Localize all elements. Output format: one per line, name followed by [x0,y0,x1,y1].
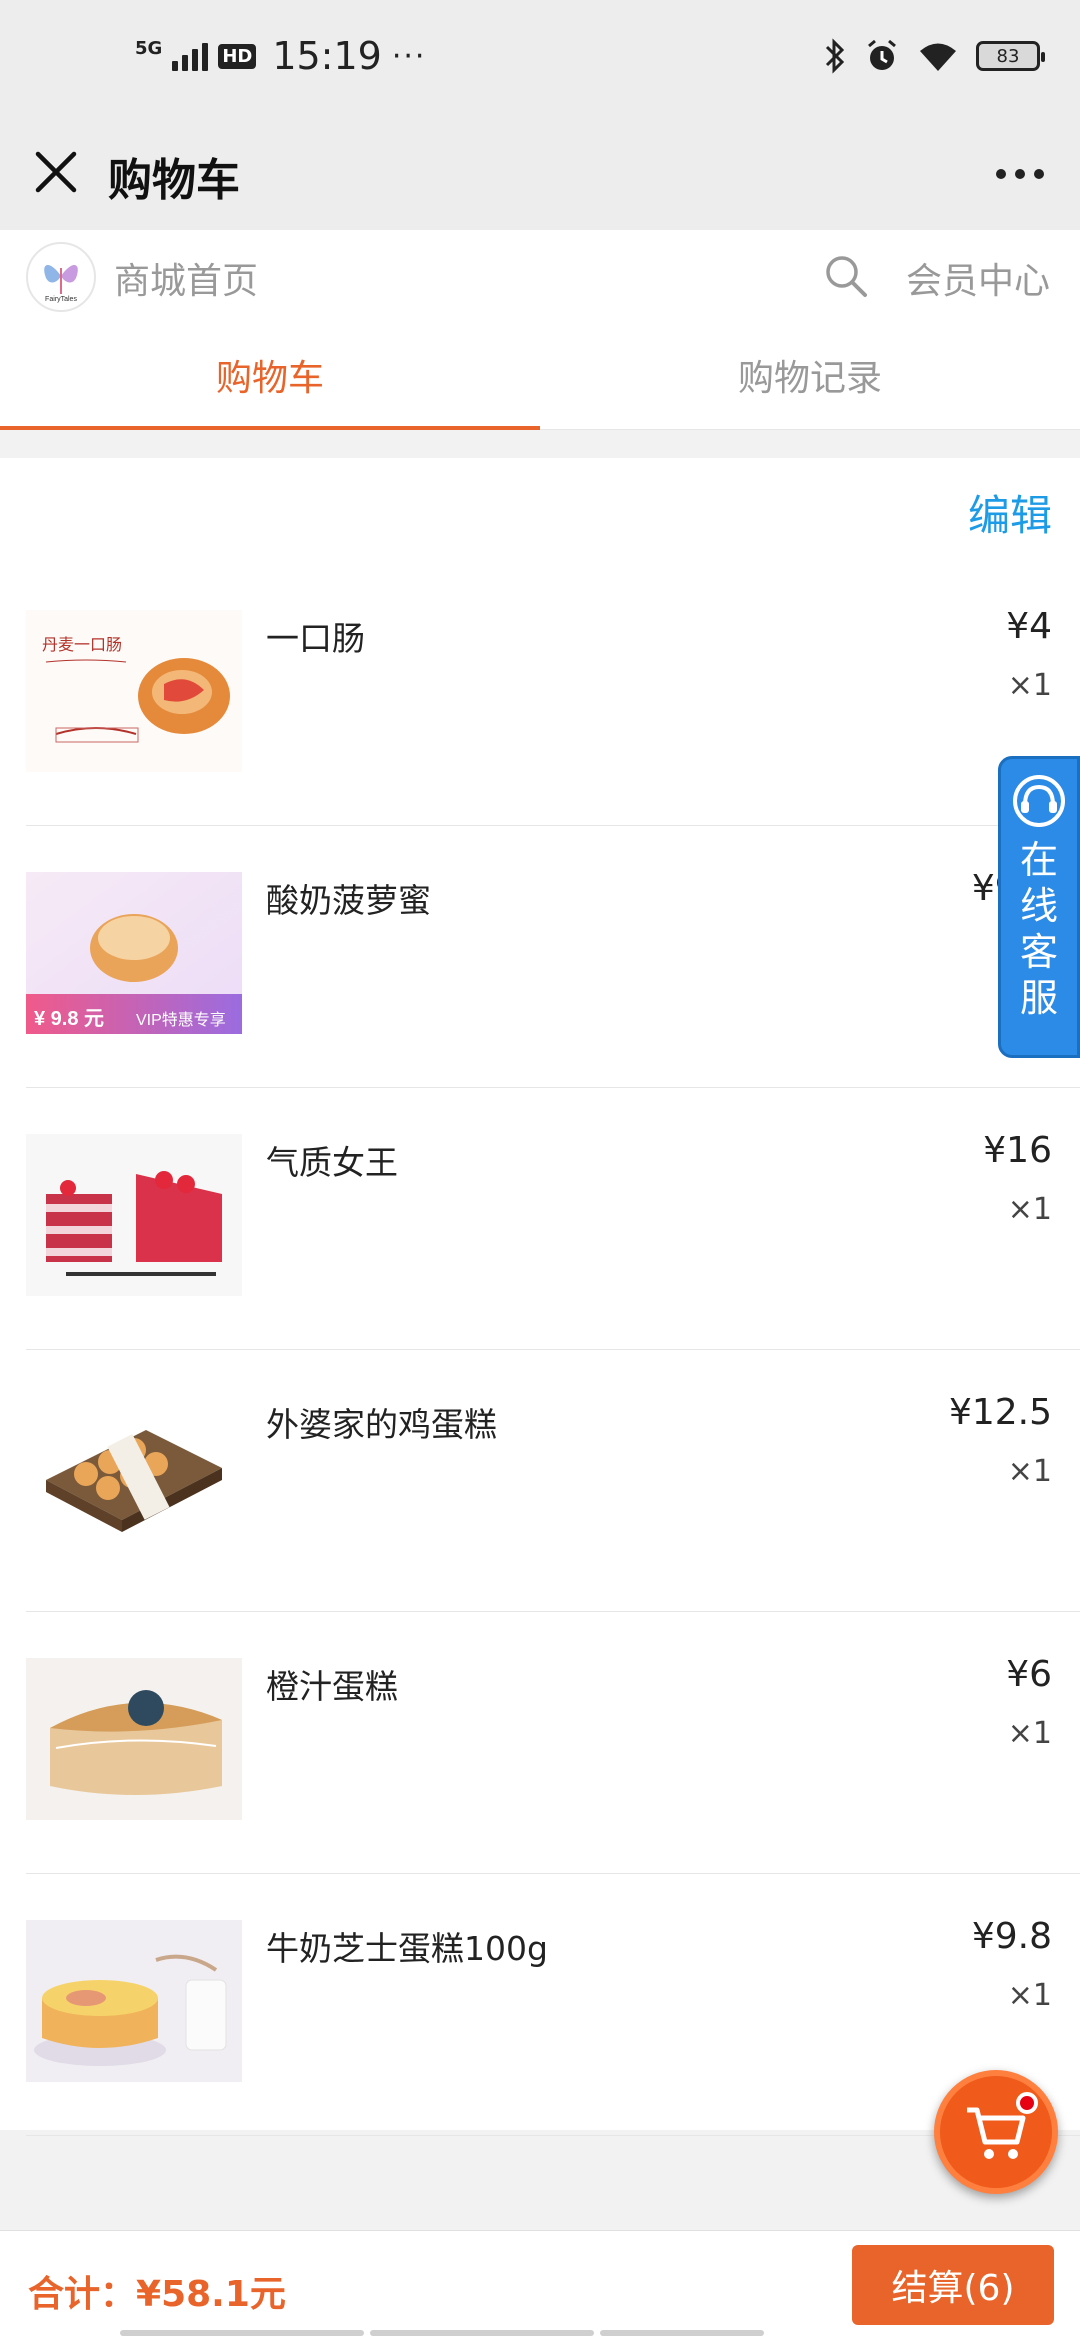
member-center-link[interactable]: 会员中心 [906,252,1050,304]
search-button[interactable] [822,252,870,300]
product-name: 牛奶芝士蛋糕100g [266,1929,548,1968]
cart-item[interactable]: 丹麦一口肠 一口肠 ¥4 ×1 [26,564,1080,826]
total-label: 合计： [28,2274,137,2315]
product-name: 外婆家的鸡蛋糕 [266,1405,497,1444]
close-icon [35,151,77,193]
product-quantity: ×1 [1007,668,1052,703]
product-price: ¥9.8 [971,1916,1052,1957]
search-icon [826,256,867,297]
status-time: 15:19 [272,34,382,78]
product-quantity: ×1 [1007,1454,1052,1489]
product-image[interactable] [26,1396,242,1558]
product-name: 一口肠 [266,619,365,658]
product-image[interactable]: ¥ 9.8 元 VIP特惠专享 [26,872,242,1034]
product-quantity: ×1 [1007,1716,1052,1751]
product-image-cheese-cake [26,1920,242,2082]
title-bar: 购物车 [0,120,1080,230]
online-service-button[interactable]: 在线客服 [998,756,1080,1058]
product-quantity: ×1 [1007,1192,1052,1227]
product-image-sausage-roll: 丹麦一口肠 [26,610,242,772]
fairy-logo-icon: FairyTales [44,264,78,303]
cart-panel: 编辑 丹麦一口肠 一口肠 ¥4 ×1 ¥ 9.8 元 VIP特惠专享 酸奶菠萝蜜… [0,458,1080,2136]
product-name: 橙汁蛋糕 [266,1667,398,1706]
edit-button[interactable]: 编辑 [968,482,1052,543]
tab-cart[interactable]: 购物车 [0,320,540,430]
floating-cart-button[interactable] [934,2070,1058,2194]
product-image[interactable] [26,1134,242,1296]
thumb-text: 丹麦一口肠 [42,635,122,654]
status-right: 83 [824,38,1045,74]
product-image[interactable]: 丹麦一口肠 [26,610,242,772]
total-summary: 合计：¥58.1元 [28,2265,286,2317]
total-amount: ¥58.1元 [136,2274,286,2315]
cart-notification-badge [1016,2092,1038,2114]
more-button[interactable] [990,146,1050,202]
thumb-price-text: ¥ 9.8 元 [34,1008,104,1030]
product-quantity: ×1 [1007,1978,1052,2013]
cart-item[interactable]: 外婆家的鸡蛋糕 ¥12.5 ×1 [26,1350,1080,1612]
checkout-bar: 合计：¥58.1元 结算(6) [0,2230,1080,2340]
tab-bar: 购物车 购物记录 [0,320,1080,430]
battery-icon: 83 [976,41,1045,71]
cart-items: 丹麦一口肠 一口肠 ¥4 ×1 ¥ 9.8 元 VIP特惠专享 酸奶菠萝蜜 气质… [0,564,1080,2136]
tab-purchase-history[interactable]: 购物记录 [540,320,1080,429]
product-price: ¥12.5 [948,1392,1052,1433]
network-type: 5G [135,37,163,59]
cart-item[interactable]: ¥ 9.8 元 VIP特惠专享 酸奶菠萝蜜 ¥9.8 ×1 [26,826,1080,1088]
headset-icon [1013,775,1065,827]
cart-item[interactable]: 橙汁蛋糕 ¥6 ×1 [26,1612,1080,1874]
bluetooth-icon [825,38,845,74]
more-icon [996,169,1006,179]
shop-home-link[interactable]: 商城首页 [114,252,258,304]
cart-item[interactable]: 牛奶芝士蛋糕100g ¥9.8 ×1 [26,1874,1080,2136]
signal-icon [172,41,209,71]
wifi-icon [920,43,956,71]
page-title: 购物车 [108,155,240,206]
checkout-button[interactable]: 结算(6) [852,2245,1054,2325]
more-icon-dot [1034,169,1044,179]
status-more-dots: ··· [391,38,427,74]
product-price: ¥16 [983,1130,1052,1171]
svg-text:FairyTales: FairyTales [45,296,77,303]
bottom-indicator [120,2330,764,2336]
product-image-queen-cake [26,1134,242,1296]
product-price: ¥4 [1006,606,1052,647]
hd-badge: HD [218,43,257,69]
product-name: 气质女王 [266,1143,398,1182]
product-image-yogurt-jackfruit: ¥ 9.8 元 VIP特惠专享 [26,872,242,1034]
shop-header: FairyTales 商城首页 会员中心 [0,230,1080,320]
close-button[interactable] [28,144,84,200]
alarm-icon [868,39,896,70]
more-icon-dot [1015,169,1025,179]
shop-logo[interactable]: FairyTales [26,242,96,312]
thumb-vip-text: VIP特惠专享 [136,1011,226,1029]
status-bar: 5G HD 15:19 ··· 83 [0,0,1080,120]
online-service-label: 在线客服 [1019,838,1058,1020]
product-image[interactable] [26,1658,242,1820]
product-name: 酸奶菠萝蜜 [266,881,431,920]
product-image[interactable] [26,1920,242,2082]
product-price: ¥6 [1006,1654,1052,1695]
status-left: 5G HD 15:19 ··· [135,34,426,78]
product-image-egg-cake [26,1396,242,1558]
product-image-orange-cake [26,1658,242,1820]
cart-item[interactable]: 气质女王 ¥16 ×1 [26,1088,1080,1350]
